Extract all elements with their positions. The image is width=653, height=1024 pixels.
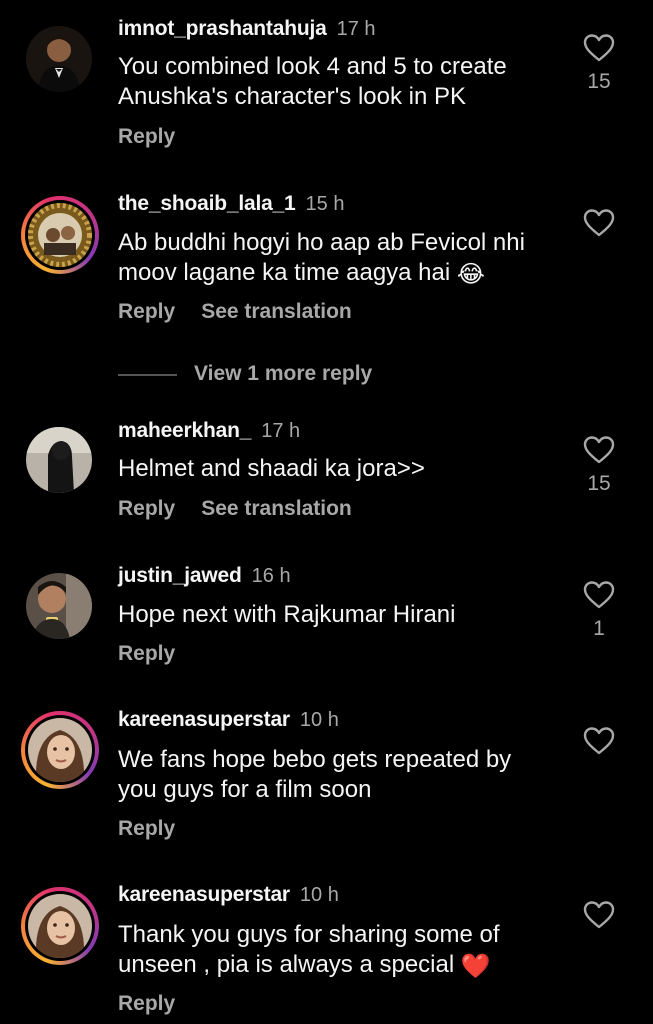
avatar-photo — [26, 26, 92, 92]
like-button[interactable] — [583, 726, 615, 756]
reply-button[interactable]: Reply — [118, 125, 175, 148]
comment-actions: Reply — [118, 992, 175, 1016]
avatar-photo — [28, 203, 92, 267]
emoji: ❤️ — [460, 953, 491, 980]
reply-button[interactable]: Reply — [118, 817, 175, 840]
comment-actions: Reply See translation — [118, 300, 352, 324]
avatar[interactable] — [26, 26, 92, 92]
avatar[interactable] — [21, 887, 99, 965]
comment-actions: Reply — [118, 817, 175, 841]
comment-header: the_shoaib_lala_1 15 h — [118, 191, 344, 217]
comment-actions: Reply See translation — [118, 497, 352, 521]
comment-text: You combined look 4 and 5 to create Anus… — [118, 53, 507, 110]
reply-button[interactable]: Reply — [118, 497, 175, 520]
reply-button[interactable]: Reply — [118, 642, 175, 665]
username[interactable]: maheerkhan_ — [118, 419, 251, 442]
username[interactable]: the_shoaib_lala_1 — [118, 192, 296, 215]
username[interactable]: justin_jawed — [118, 564, 242, 587]
comment-header: justin_jawed 16 h — [118, 563, 291, 589]
reply-button[interactable]: Reply — [118, 300, 175, 323]
comment-text: Ab buddhi hogyi ho aap ab Fevicol nhi mo… — [118, 229, 525, 288]
heart-icon — [583, 727, 615, 755]
like-count: 15 — [587, 70, 611, 93]
emoji: 😂 — [456, 261, 485, 288]
avatar-photo — [28, 894, 92, 958]
see-translation-button[interactable]: See translation — [201, 300, 352, 323]
avatar[interactable] — [21, 711, 99, 789]
comment-text: Hope next with Rajkumar Hirani — [118, 601, 456, 628]
comment-text: We fans hope bebo gets repeated by you g… — [118, 746, 512, 803]
avatar[interactable] — [21, 196, 99, 274]
comment-header: kareenasuperstar 10 h — [118, 882, 339, 908]
timestamp: 15 h — [305, 193, 345, 215]
comment-header: imnot_prashantahuja 17 h — [118, 16, 376, 42]
heart-icon — [583, 436, 615, 464]
like-button[interactable] — [583, 900, 615, 930]
like-button[interactable] — [583, 33, 615, 63]
avatar-photo — [26, 427, 92, 493]
like-button[interactable] — [583, 580, 615, 610]
like-count: 15 — [587, 472, 611, 495]
avatar[interactable] — [26, 427, 92, 493]
see-translation-button[interactable]: See translation — [201, 497, 352, 520]
timestamp: 16 h — [251, 565, 291, 587]
timestamp: 10 h — [299, 709, 339, 731]
username[interactable]: kareenasuperstar — [118, 883, 290, 906]
view-more-label[interactable]: View 1 more reply — [194, 362, 372, 386]
comment-text: Thank you guys for sharing some of unsee… — [118, 921, 500, 980]
like-count: 1 — [593, 617, 605, 640]
comment-actions: Reply — [118, 125, 175, 149]
reply-button[interactable]: Reply — [118, 992, 175, 1015]
timestamp: 17 h — [336, 18, 376, 40]
username[interactable]: kareenasuperstar — [118, 708, 290, 731]
like-button[interactable] — [583, 435, 615, 465]
heart-icon — [583, 581, 615, 609]
like-button[interactable] — [583, 208, 615, 238]
comment-text: Helmet and shaadi ka jora>> — [118, 455, 425, 482]
comment-header: kareenasuperstar 10 h — [118, 707, 339, 733]
avatar-photo — [26, 573, 92, 639]
heart-icon — [583, 901, 615, 929]
timestamp: 10 h — [299, 884, 339, 906]
divider — [118, 374, 177, 376]
avatar-photo — [28, 718, 92, 782]
username[interactable]: imnot_prashantahuja — [118, 17, 327, 40]
avatar[interactable] — [26, 573, 92, 639]
timestamp: 17 h — [261, 420, 301, 442]
comment-actions: Reply — [118, 642, 175, 666]
heart-icon — [583, 209, 615, 237]
comment-header: maheerkhan_ 17 h — [118, 418, 300, 444]
heart-icon — [583, 34, 615, 62]
